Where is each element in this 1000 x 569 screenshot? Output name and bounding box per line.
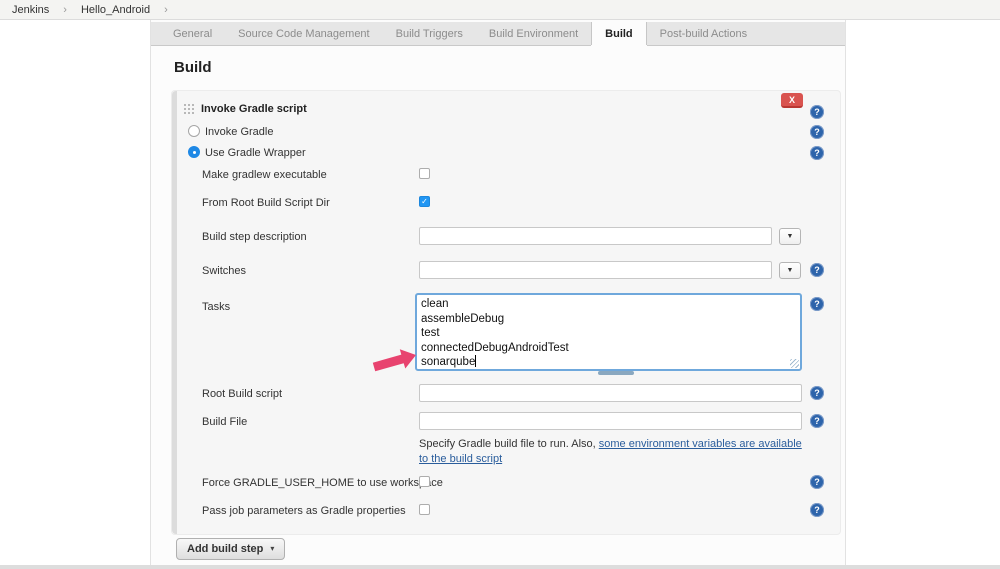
build-file-help-text: Specify Gradle build file to run. Also, …: [419, 437, 809, 467]
make-gradlew-executable-label: Make gradlew executable: [202, 169, 327, 181]
root-build-script-input[interactable]: [419, 384, 802, 402]
page-title: Build: [174, 59, 212, 76]
drag-grip-icon[interactable]: [183, 103, 196, 115]
breadcrumb-item-job[interactable]: Hello_Android: [81, 4, 150, 16]
task-line: test: [421, 326, 796, 341]
config-tab-bar: General Source Code Management Build Tri…: [151, 22, 845, 46]
footer-strip: [0, 565, 1000, 569]
text-cursor: [475, 355, 476, 367]
build-file-label: Build File: [202, 416, 247, 428]
root-build-script-label: Root Build script: [202, 388, 282, 400]
tab-general[interactable]: General: [160, 22, 225, 45]
tab-build-triggers[interactable]: Build Triggers: [383, 22, 476, 45]
task-line: sonarqube: [421, 355, 796, 370]
pass-job-parameters-label: Pass job parameters as Gradle properties: [202, 505, 406, 517]
tab-post-build-actions[interactable]: Post-build Actions: [647, 22, 760, 45]
textarea-resize-grip[interactable]: [598, 371, 634, 375]
switches-expand-button[interactable]: ▼: [779, 262, 801, 279]
delete-build-step-button[interactable]: X: [781, 93, 803, 108]
help-icon[interactable]: ?: [810, 503, 824, 517]
help-icon[interactable]: ?: [810, 386, 824, 400]
help-icon[interactable]: ?: [810, 297, 824, 311]
radio-use-gradle-wrapper-label[interactable]: Use Gradle Wrapper: [205, 147, 306, 159]
task-line: clean: [421, 297, 796, 312]
chevron-right-icon: ›: [63, 4, 67, 16]
tab-build-environment[interactable]: Build Environment: [476, 22, 591, 45]
help-icon[interactable]: ?: [810, 475, 824, 489]
radio-use-gradle-wrapper[interactable]: [188, 146, 200, 158]
from-root-build-script-dir-checkbox[interactable]: ✓: [419, 196, 430, 207]
tab-build[interactable]: Build: [591, 22, 647, 45]
help-icon[interactable]: ?: [810, 146, 824, 160]
breadcrumb: Jenkins › Hello_Android ›: [0, 0, 1000, 20]
build-step-invoke-gradle: Invoke Gradle script X ? Invoke Gradle ?…: [171, 90, 841, 535]
task-line: assembleDebug: [421, 312, 796, 327]
textarea-resize-corner[interactable]: [790, 359, 799, 368]
switches-input[interactable]: [419, 261, 772, 279]
build-step-title: Invoke Gradle script: [201, 103, 307, 115]
description-expand-button[interactable]: ▼: [779, 228, 801, 245]
switches-label: Switches: [202, 265, 246, 277]
config-content-panel: General Source Code Management Build Tri…: [150, 20, 846, 566]
chevron-right-icon: ›: [164, 4, 168, 16]
help-icon[interactable]: ?: [810, 105, 824, 119]
force-gradle-user-home-checkbox[interactable]: [419, 476, 430, 487]
chevron-down-icon: ▾: [270, 539, 274, 559]
radio-invoke-gradle-label[interactable]: Invoke Gradle: [205, 126, 273, 138]
help-icon[interactable]: ?: [810, 263, 824, 277]
tab-source-code-management[interactable]: Source Code Management: [225, 22, 382, 45]
make-gradlew-executable-checkbox[interactable]: [419, 168, 430, 179]
task-line: connectedDebugAndroidTest: [421, 341, 796, 356]
pass-job-parameters-checkbox[interactable]: [419, 504, 430, 515]
build-step-drag-handle[interactable]: [172, 91, 177, 534]
build-file-input[interactable]: [419, 412, 802, 430]
help-icon[interactable]: ?: [810, 125, 824, 139]
tasks-textarea[interactable]: clean assembleDebug test connectedDebugA…: [415, 293, 802, 371]
build-step-description-input[interactable]: [419, 227, 772, 245]
force-gradle-user-home-label: Force GRADLE_USER_HOME to use workspace: [202, 477, 443, 489]
help-icon[interactable]: ?: [810, 414, 824, 428]
add-build-step-button[interactable]: Add build step ▾: [176, 538, 285, 560]
breadcrumb-item-jenkins[interactable]: Jenkins: [12, 4, 49, 16]
from-root-build-script-dir-label: From Root Build Script Dir: [202, 197, 330, 209]
radio-invoke-gradle[interactable]: [188, 125, 200, 137]
build-step-description-label: Build step description: [202, 231, 307, 243]
tasks-label: Tasks: [202, 301, 230, 313]
